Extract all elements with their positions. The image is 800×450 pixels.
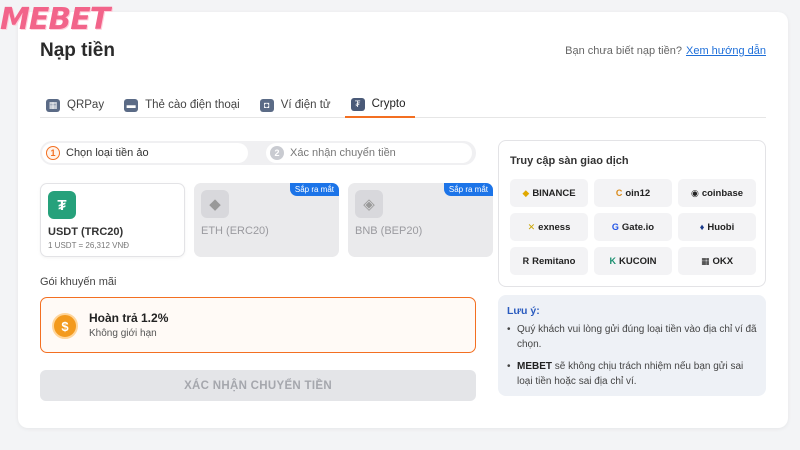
guide-link[interactable]: Xem hướng dẫn xyxy=(686,45,766,57)
exchange-label: OKX xyxy=(712,255,734,267)
bnb-icon: ◈ xyxy=(355,190,383,218)
exchange-grid: ◆ BINANCE Coin12 ◉ coinbase ✕ exness G Gate.… xyxy=(510,179,756,275)
exchange-label: oin12 xyxy=(625,187,651,199)
tether-icon: ₮ xyxy=(48,191,76,219)
brand-logo: MEBET xyxy=(0,2,110,37)
exchange-binance[interactable]: ◆ BINANCE xyxy=(510,179,588,207)
exchange-coin12[interactable]: Coin12 xyxy=(594,179,672,207)
step-number: 2 xyxy=(270,146,284,160)
step-label: Xác nhận chuyển tiền xyxy=(290,147,396,159)
step-choose-coin[interactable]: 1 Chọn loại tiền ảo xyxy=(42,143,248,163)
exchange-label: Remitano xyxy=(532,255,576,267)
payment-tabs: ▦ QRPay ▬ Thẻ cào điện thoại ◘ Ví điện t… xyxy=(40,92,766,118)
tether-icon: ₮ xyxy=(350,97,365,111)
coin-rate: 1 USDT = 26,312 VNĐ xyxy=(48,241,130,250)
tab-crypto[interactable]: ₮ Crypto xyxy=(344,92,416,118)
help-question: Bạn chưa biết nạp tiền? xyxy=(565,45,682,57)
coinbase-icon: ◉ xyxy=(690,187,699,198)
exchange-label: Huobi xyxy=(707,221,735,233)
notice-panel: Lưu ý: Quý khách vui lòng gửi đúng loại … xyxy=(498,295,766,396)
notice-brand: MEBET xyxy=(517,361,552,372)
step-number: 1 xyxy=(46,146,60,160)
step-confirm-transfer[interactable]: 2 Xác nhận chuyển tiền xyxy=(266,143,472,163)
kucoin-icon: K xyxy=(609,256,617,266)
help-text: Bạn chưa biết nạp tiền? Xem hướng dẫn xyxy=(565,45,766,57)
wallet-icon: ◘ xyxy=(259,98,274,112)
remitano-icon: R xyxy=(522,256,530,266)
coin-option-eth: ◆ ETH (ERC20) Sắp ra mắt xyxy=(194,183,339,257)
ethereum-icon: ◆ xyxy=(201,190,229,218)
exchange-panel-title: Truy cập sàn giao dịch xyxy=(510,155,629,167)
coin-option-bnb: ◈ BNB (BEP20) Sắp ra mắt xyxy=(348,183,493,257)
notice-item: MEBET sẽ không chịu trách nhiệm nếu bạn … xyxy=(507,359,759,389)
tab-qrpay[interactable]: ▦ QRPay xyxy=(40,92,114,118)
exness-icon: ✕ xyxy=(527,221,536,232)
qr-icon: ▦ xyxy=(46,98,60,112)
notice-title: Lưu ý: xyxy=(507,305,540,317)
coin-options: ₮ USDT (TRC20) 1 USDT = 26,312 VNĐ ◆ ETH… xyxy=(40,183,493,257)
step-label: Chọn loại tiền ảo xyxy=(66,147,149,159)
exchange-okx[interactable]: ▦ OKX xyxy=(678,247,756,275)
tab-label: QRPay xyxy=(67,99,105,111)
promo-title: Hoàn trả 1.2% xyxy=(89,311,169,325)
coin-name: USDT (TRC20) xyxy=(48,226,124,238)
exchange-panel: Truy cập sàn giao dịch ◆ BINANCE Coin12 ◉… xyxy=(498,140,766,287)
exchange-coinbase[interactable]: ◉ coinbase xyxy=(678,179,756,207)
okx-icon: ▦ xyxy=(700,255,710,266)
tab-label: Thẻ cào điện thoại xyxy=(145,99,240,111)
exchange-gateio[interactable]: G Gate.io xyxy=(594,213,672,241)
coin-option-usdt[interactable]: ₮ USDT (TRC20) 1 USDT = 26,312 VNĐ xyxy=(40,183,185,257)
page-title: Nạp tiền xyxy=(40,40,115,61)
notice-list: Quý khách vui lòng gửi đúng loại tiền và… xyxy=(507,322,759,396)
promo-subtitle: Không giới hạn xyxy=(89,328,157,339)
deposit-card: Nạp tiền Bạn chưa biết nạp tiền? Xem hướn… xyxy=(18,12,788,428)
step-indicator: 1 Chọn loại tiền ảo 2 Xác nhận chuyển ti… xyxy=(40,141,476,165)
exchange-huobi[interactable]: ♦ Huobi xyxy=(678,213,756,241)
gateio-icon: G xyxy=(611,222,619,232)
exchange-label: BINANCE xyxy=(532,187,576,199)
exchange-label: exness xyxy=(538,221,571,233)
notice-item: Quý khách vui lòng gửi đúng loại tiền và… xyxy=(507,322,759,352)
exchange-label: KUCOIN xyxy=(619,255,657,267)
tab-phone-card[interactable]: ▬ Thẻ cào điện thoại xyxy=(118,92,250,118)
binance-icon: ◆ xyxy=(522,187,530,198)
coming-soon-badge: Sắp ra mắt xyxy=(443,183,493,196)
exchange-kucoin[interactable]: K KUCOIN xyxy=(594,247,672,275)
coin-name: BNB (BEP20) xyxy=(355,225,423,237)
exchange-label: Gate.io xyxy=(621,221,655,233)
coin-name: ETH (ERC20) xyxy=(201,225,269,237)
tab-label: Ví điện tử xyxy=(280,99,331,111)
tab-e-wallet[interactable]: ◘ Ví điện tử xyxy=(254,92,341,118)
promo-cashback-card[interactable]: $ Hoàn trả 1.2% Không giới hạn xyxy=(40,297,476,353)
phone-card-icon: ▬ xyxy=(124,98,139,112)
huobi-icon: ♦ xyxy=(699,222,705,232)
notice-text: Quý khách vui lòng gửi đúng loại tiền và… xyxy=(517,324,757,350)
tab-label: Crypto xyxy=(371,98,406,110)
coin12-icon: C xyxy=(615,188,623,198)
exchange-remitano[interactable]: R Remitano xyxy=(510,247,588,275)
exchange-label: coinbase xyxy=(701,187,744,199)
confirm-transfer-button[interactable]: XÁC NHẬN CHUYỂN TIỀN xyxy=(40,370,476,401)
coming-soon-badge: Sắp ra mắt xyxy=(289,183,339,196)
exchange-exness[interactable]: ✕ exness xyxy=(510,213,588,241)
promo-section-title: Gói khuyến mãi xyxy=(40,276,117,288)
coin-refund-icon: $ xyxy=(52,313,78,339)
